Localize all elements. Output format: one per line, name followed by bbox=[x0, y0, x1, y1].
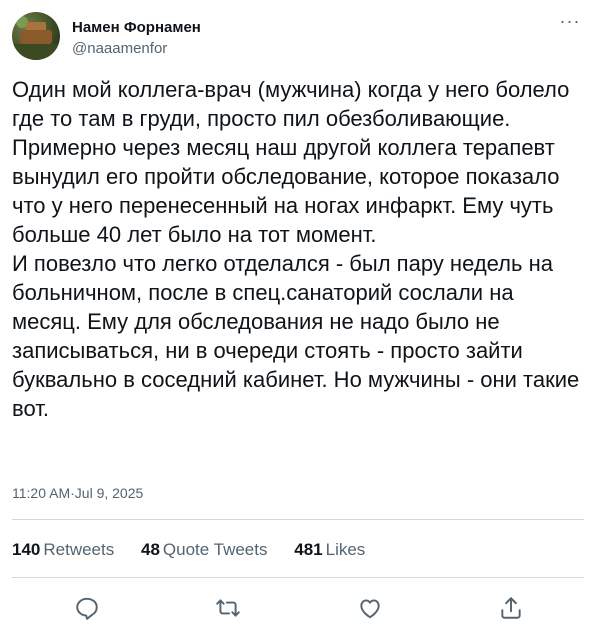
like-button[interactable] bbox=[354, 592, 386, 624]
reply-button[interactable] bbox=[71, 592, 103, 624]
quote-tweets-stat[interactable]: 48 Quote Tweets bbox=[141, 539, 268, 561]
action-bar bbox=[0, 588, 596, 628]
tweet-card: Намен Форнамен @naaamenfor ··· Один мой … bbox=[0, 0, 596, 641]
tweet-time: 11:20 AM bbox=[12, 485, 71, 501]
likes-stat[interactable]: 481 Likes bbox=[294, 539, 365, 561]
like-icon bbox=[360, 599, 380, 619]
divider bbox=[12, 519, 584, 520]
share-button[interactable] bbox=[495, 592, 527, 624]
tweet-timestamp[interactable]: 11:20 AM · Jul 9, 2025 bbox=[12, 484, 143, 502]
quote-tweets-count: 48 bbox=[140, 540, 160, 559]
reply-icon bbox=[76, 597, 98, 620]
retweet-icon bbox=[216, 599, 240, 617]
divider bbox=[12, 577, 584, 578]
author-handle[interactable]: @naaamenfor bbox=[72, 39, 167, 59]
tweet-date: Jul 9, 2025 bbox=[74, 485, 144, 501]
likes-label: Likes bbox=[325, 540, 366, 559]
retweet-button[interactable] bbox=[212, 592, 244, 624]
quote-tweets-label: Quote Tweets bbox=[162, 540, 268, 559]
tweet-text: Один мой коллега-врач (мужчина) когда у … bbox=[12, 77, 580, 421]
more-icon[interactable]: ··· bbox=[558, 12, 582, 34]
tweet-header: Намен Форнамен @naaamenfor ··· bbox=[12, 12, 584, 64]
author-display-name[interactable]: Намен Форнамен bbox=[72, 18, 201, 38]
share-icon bbox=[501, 597, 521, 619]
engagement-stats: 140 Retweets 48 Quote Tweets 481 Likes bbox=[12, 539, 387, 561]
avatar[interactable] bbox=[12, 12, 60, 60]
retweets-label: Retweets bbox=[43, 540, 115, 559]
retweets-count: 140 bbox=[12, 540, 41, 559]
retweets-stat[interactable]: 140 Retweets bbox=[12, 539, 114, 561]
likes-count: 481 bbox=[294, 540, 323, 559]
